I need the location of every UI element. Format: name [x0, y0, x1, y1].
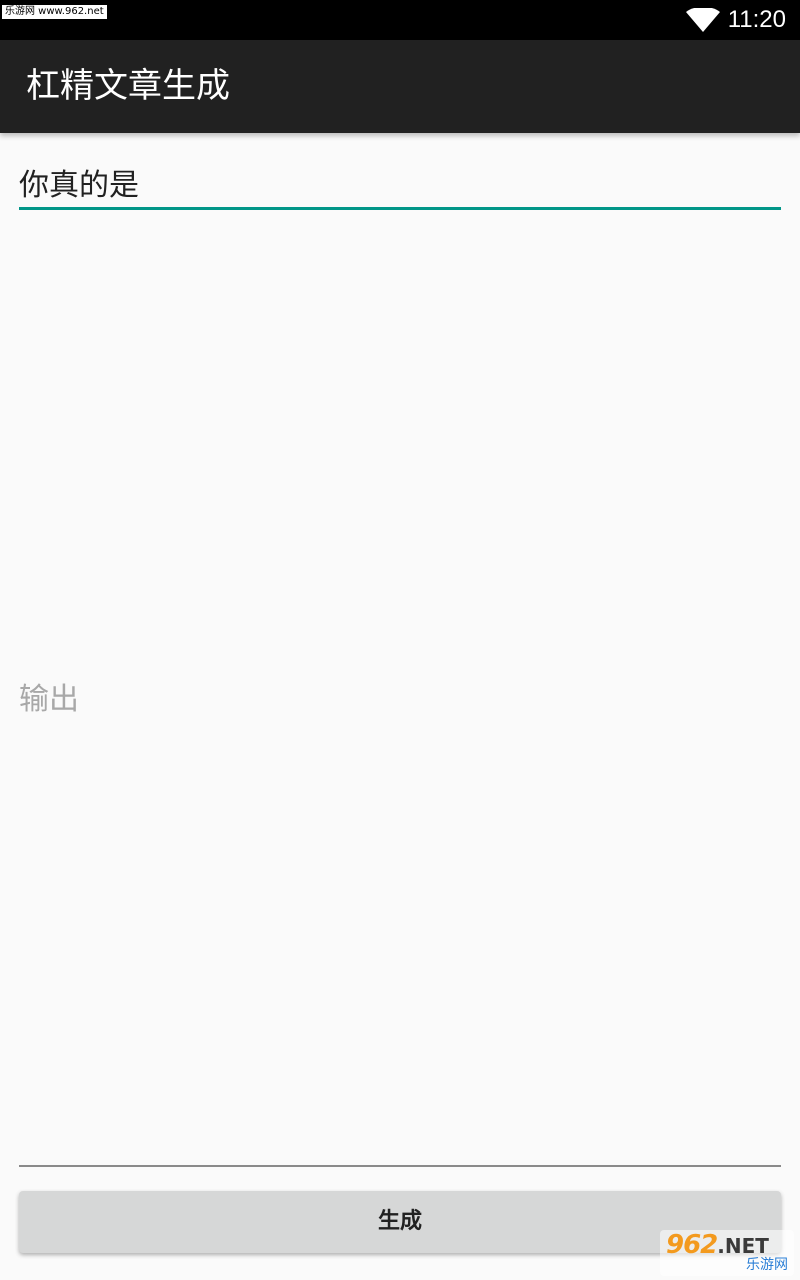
- wifi-icon: [686, 8, 720, 32]
- app-bar: 杠精文章生成: [0, 40, 800, 133]
- app-screen: 乐游网 www.962.net 11:20 杠精文章生成 输出 生成 962.N…: [0, 0, 800, 1280]
- output-text-area[interactable]: 输出: [19, 212, 781, 1167]
- generate-button-label: 生成: [377, 1209, 422, 1234]
- output-hint: 输出: [19, 682, 79, 717]
- watermark-logo: 962.NET 乐游网: [660, 1230, 794, 1276]
- watermark-text: 乐游网 www.962.net: [2, 5, 107, 19]
- status-time: 11:20: [727, 6, 786, 33]
- keyword-input[interactable]: [19, 156, 781, 210]
- status-bar: 乐游网 www.962.net 11:20: [0, 0, 800, 40]
- app-title: 杠精文章生成: [26, 66, 230, 106]
- watermark-logo-name: 乐游网: [746, 1257, 788, 1273]
